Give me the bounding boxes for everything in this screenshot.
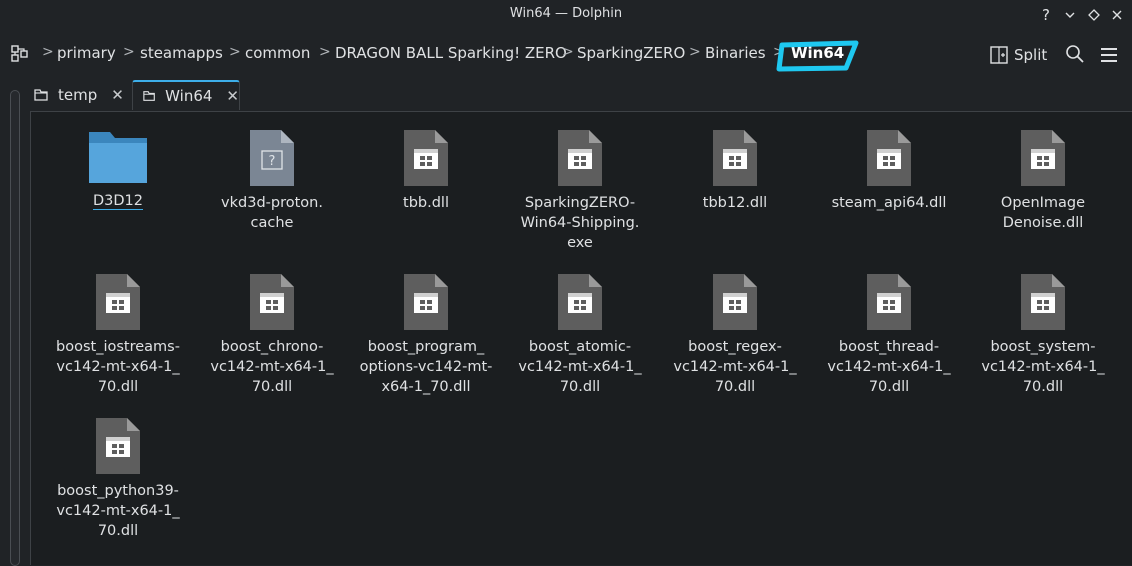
breadcrumb-separator: > xyxy=(42,44,54,60)
minimize-button[interactable] xyxy=(1059,4,1081,26)
file-name: boost_iostreams- vc142-mt-x64-1_ 70.dll xyxy=(56,339,180,395)
binary-file-icon xyxy=(404,130,448,186)
file-item-boost-chrono[interactable]: boost_chrono- vc142-mt-x64-1_ 70.dll xyxy=(202,273,342,397)
chevron-down-icon xyxy=(1065,12,1075,18)
breadcrumb-separator: > xyxy=(123,44,135,60)
close-tab-icon[interactable]: ✕ xyxy=(226,87,239,105)
breadcrumb-item-primary[interactable]: primary xyxy=(57,44,116,62)
file-item-boost-thread[interactable]: boost_thread- vc142-mt-x64-1_ 70.dll xyxy=(819,273,959,397)
file-name: OpenImage Denoise.dll xyxy=(1000,195,1086,231)
diamond-icon xyxy=(1088,9,1100,21)
file-view[interactable]: D3D12 ? vkd3d-proton. cache tbb.dll Spar… xyxy=(30,111,1132,565)
binary-file-icon xyxy=(404,274,448,330)
places-icon[interactable] xyxy=(11,45,29,63)
maximize-button[interactable] xyxy=(1083,4,1105,26)
folder-tab-icon xyxy=(34,89,48,101)
title-bar: Win64 — Dolphin ? xyxy=(0,0,1132,30)
svg-text:?: ? xyxy=(269,154,276,169)
file-name: steam_api64.dll xyxy=(831,195,947,211)
close-icon xyxy=(1112,10,1122,20)
file-item-tbb12-dll[interactable]: tbb12.dll xyxy=(665,129,805,213)
breadcrumb-item-binaries[interactable]: Binaries xyxy=(705,44,766,62)
breadcrumb-item-sparkingzero[interactable]: SparkingZERO xyxy=(577,44,685,62)
breadcrumb-item-common[interactable]: common xyxy=(245,44,310,62)
binary-file-icon xyxy=(558,130,602,186)
question-mark-icon: ? xyxy=(1042,6,1050,24)
file-name: boost_thread- vc142-mt-x64-1_ 70.dll xyxy=(827,339,951,395)
help-button[interactable]: ? xyxy=(1035,4,1057,26)
file-item-openimagedenoise[interactable]: OpenImage Denoise.dll xyxy=(973,129,1113,233)
split-label: Split xyxy=(1014,46,1048,64)
file-item-vkd3d-cache[interactable]: ? vkd3d-proton. cache xyxy=(202,129,342,233)
binary-file-icon xyxy=(96,274,140,330)
file-name: boost_chrono- vc142-mt-x64-1_ 70.dll xyxy=(210,339,334,395)
search-icon[interactable] xyxy=(1065,44,1085,64)
folder-icon xyxy=(89,132,147,183)
file-name: SparkingZERO- Win64-Shipping. exe xyxy=(520,195,640,251)
close-window-button[interactable] xyxy=(1106,4,1128,26)
file-item-boost-regex[interactable]: boost_regex- vc142-mt-x64-1_ 70.dll xyxy=(665,273,805,397)
close-tab-icon[interactable]: ✕ xyxy=(111,86,124,104)
breadcrumb-item-steamapps[interactable]: steamapps xyxy=(140,44,223,62)
file-name: tbb12.dll xyxy=(702,195,768,211)
binary-file-icon xyxy=(1021,274,1065,330)
tab-label: temp xyxy=(58,86,98,104)
binary-file-icon xyxy=(867,274,911,330)
tab-temp[interactable]: temp ✕ xyxy=(34,80,130,110)
file-name: boost_python39- vc142-mt-x64-1_ 70.dll xyxy=(56,483,180,539)
unknown-file-icon: ? xyxy=(250,130,294,186)
file-item-boost-system[interactable]: boost_system- vc142-mt-x64-1_ 70.dll xyxy=(973,273,1113,397)
folder-tab-icon xyxy=(143,91,155,101)
file-item-boost-python39[interactable]: boost_python39- vc142-mt-x64-1_ 70.dll xyxy=(48,417,188,541)
file-item-d3d12[interactable]: D3D12 xyxy=(48,129,188,211)
file-item-sparkingzero-exe[interactable]: SparkingZERO- Win64-Shipping. exe xyxy=(510,129,650,253)
hamburger-menu-icon[interactable] xyxy=(1099,45,1119,65)
binary-file-icon xyxy=(558,274,602,330)
breadcrumb-separator: > xyxy=(319,44,331,60)
split-button[interactable]: Split xyxy=(990,44,1047,66)
binary-file-icon xyxy=(713,130,757,186)
file-item-boost-program-options[interactable]: boost_program_ options-vc142-mt- x64-1_7… xyxy=(356,273,496,397)
file-item-boost-atomic[interactable]: boost_atomic- vc142-mt-x64-1_ 70.dll xyxy=(510,273,650,397)
file-item-steam-api64[interactable]: steam_api64.dll xyxy=(819,129,959,213)
breadcrumb-separator: > xyxy=(689,44,701,60)
tab-bar: temp ✕ Win64 ✕ xyxy=(0,78,1132,112)
tab-win64[interactable]: Win64 ✕ xyxy=(132,80,240,110)
split-view-icon xyxy=(990,46,1008,64)
breadcrumb-separator: > xyxy=(229,44,241,60)
file-name: boost_program_ options-vc142-mt- x64-1_7… xyxy=(359,339,493,395)
breadcrumb-separator: > xyxy=(562,44,574,60)
file-name: tbb.dll xyxy=(403,195,449,211)
file-name: D3D12 xyxy=(92,193,143,209)
window-title: Win64 — Dolphin xyxy=(509,6,623,21)
location-toolbar: > primary > steamapps > common > DRAGON … xyxy=(0,30,1132,78)
breadcrumb-item-dragon-ball[interactable]: DRAGON BALL Sparking! ZERO xyxy=(335,44,567,62)
binary-file-icon xyxy=(867,130,911,186)
binary-file-icon xyxy=(713,274,757,330)
binary-file-icon xyxy=(96,418,140,474)
binary-file-icon xyxy=(1021,130,1065,186)
file-name: boost_regex- vc142-mt-x64-1_ 70.dll xyxy=(673,339,797,395)
file-name: boost_atomic- vc142-mt-x64-1_ 70.dll xyxy=(518,339,642,395)
binary-file-icon xyxy=(250,274,294,330)
file-item-tbb-dll[interactable]: tbb.dll xyxy=(356,129,496,213)
file-item-boost-iostreams[interactable]: boost_iostreams- vc142-mt-x64-1_ 70.dll xyxy=(48,273,188,397)
file-name: boost_system- vc142-mt-x64-1_ 70.dll xyxy=(981,339,1105,395)
highlight-marker xyxy=(776,40,859,72)
file-name: vkd3d-proton. cache xyxy=(221,195,323,231)
places-scrollbar[interactable] xyxy=(10,90,20,566)
tab-label: Win64 xyxy=(165,87,213,105)
